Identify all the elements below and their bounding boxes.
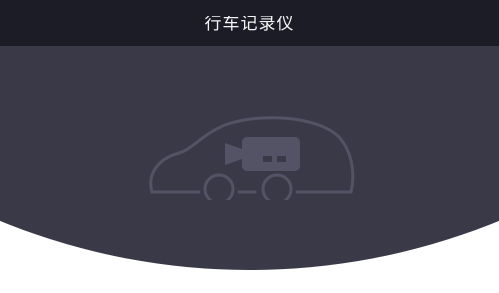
page-title: 行车记录仪 [204,14,295,34]
dashcam-page: 行车记录仪 [0,0,499,293]
top-bar: 行车记录仪 [0,0,499,46]
car-dashcam-icon [149,116,355,200]
